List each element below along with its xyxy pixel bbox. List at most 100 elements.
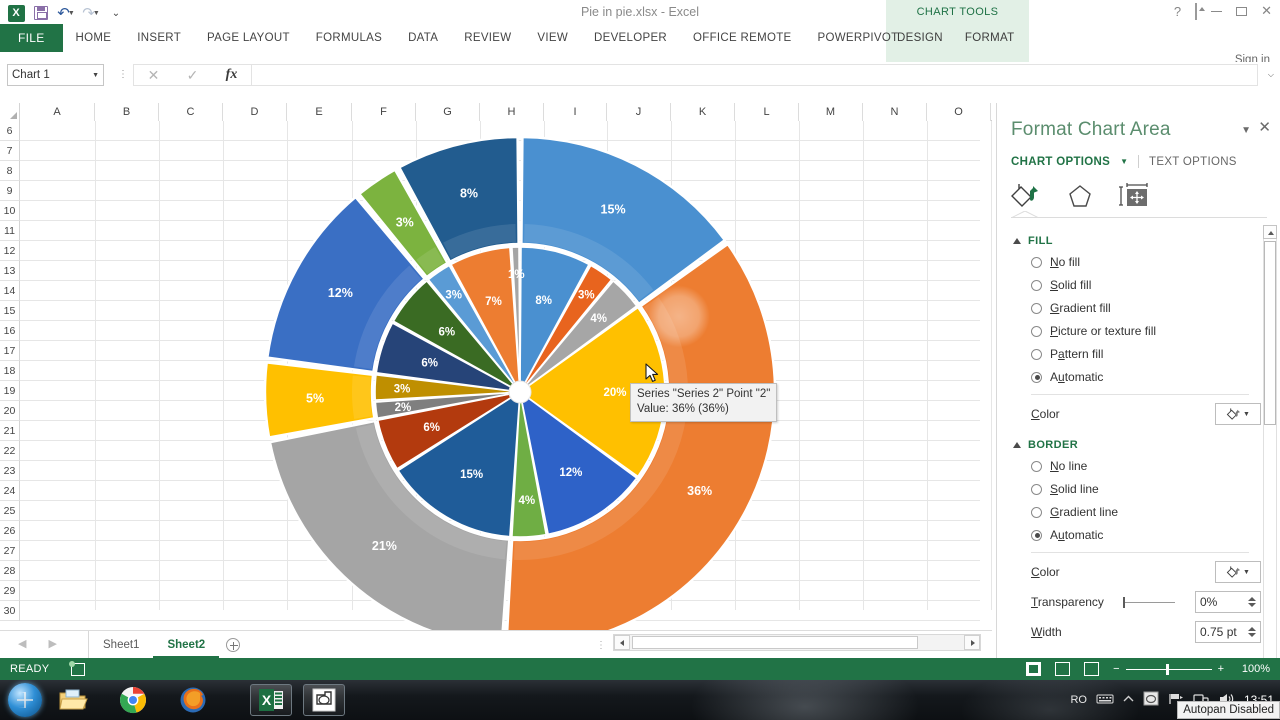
spinner-arrows[interactable] — [1248, 597, 1256, 607]
pane-scroll-up-icon[interactable] — [1263, 225, 1277, 239]
radio-button-icon[interactable] — [1031, 326, 1042, 337]
row-header-29[interactable]: 29 — [0, 581, 20, 601]
row-header-17[interactable]: 17 — [0, 341, 20, 361]
radio-picture-or-texture-fill[interactable]: Picture or texture fill — [1031, 322, 1280, 340]
horizontal-scroll-thumb[interactable] — [632, 636, 918, 649]
select-all-corner[interactable] — [0, 103, 20, 121]
row-header-30[interactable]: 30 — [0, 601, 20, 621]
row-header-13[interactable]: 13 — [0, 261, 20, 281]
row-header-22[interactable]: 22 — [0, 441, 20, 461]
row-header-9[interactable]: 9 — [0, 181, 20, 201]
row-header-15[interactable]: 15 — [0, 301, 20, 321]
name-box[interactable]: Chart 1 ▼ — [7, 64, 104, 86]
section-header-border[interactable]: BORDER — [1013, 439, 1280, 451]
tab-chart-design[interactable]: DESIGN — [886, 24, 954, 52]
row-header-6[interactable]: 6 — [0, 121, 20, 141]
chevron-down-icon[interactable]: ▼ — [1243, 569, 1250, 576]
formula-input[interactable] — [251, 64, 1258, 86]
tab-data[interactable]: DATA — [395, 24, 451, 52]
tab-text-options[interactable]: TEXT OPTIONS — [1149, 156, 1237, 168]
radio-button-icon[interactable] — [1031, 507, 1042, 518]
ribbon-display-options-icon[interactable] — [1195, 4, 1197, 19]
tray-app-icon[interactable] — [1143, 691, 1159, 709]
row-header-28[interactable]: 28 — [0, 561, 20, 581]
radio-button-icon[interactable] — [1031, 280, 1042, 291]
radio-solid-fill[interactable]: Solid fill — [1031, 276, 1280, 294]
tab-developer[interactable]: DEVELOPER — [581, 24, 680, 52]
microsoft-excel-icon[interactable]: X — [250, 684, 292, 716]
sheet-tab-sheet2[interactable]: Sheet2 — [153, 631, 219, 658]
radio-gradient-fill[interactable]: Gradient fill — [1031, 299, 1280, 317]
transparency-value-input[interactable]: 0% — [1195, 591, 1261, 613]
pane-scroll-thumb[interactable] — [1264, 241, 1276, 425]
chevron-down-icon[interactable]: ▼ — [1243, 411, 1250, 418]
radio-button-icon[interactable] — [1031, 257, 1042, 268]
fill-and-line-icon[interactable] — [1009, 181, 1043, 211]
row-header-8[interactable]: 8 — [0, 161, 20, 181]
radio-button-icon[interactable] — [1031, 372, 1042, 383]
next-sheet-icon[interactable]: ▶ — [48, 637, 56, 650]
tab-formulas[interactable]: FORMULAS — [303, 24, 395, 52]
column-header-a[interactable]: A — [20, 103, 95, 121]
radio-button-icon[interactable] — [1031, 484, 1042, 495]
transparency-slider[interactable] — [1123, 595, 1189, 609]
width-value-input[interactable]: 0.75 pt — [1195, 621, 1261, 643]
color-picker-button[interactable]: ▼ — [1215, 403, 1261, 425]
previous-sheet-icon[interactable]: ◀ — [18, 637, 26, 650]
expand-formula-bar-icon[interactable]: ⌵ — [1268, 70, 1274, 80]
zoom-track[interactable] — [1126, 669, 1212, 670]
pane-options-chevron-icon[interactable]: ▼ — [1241, 125, 1251, 136]
row-header-11[interactable]: 11 — [0, 221, 20, 241]
row-header-20[interactable]: 20 — [0, 401, 20, 421]
normal-view-icon[interactable] — [1026, 662, 1041, 676]
column-header-c[interactable]: C — [159, 103, 223, 121]
row-header-19[interactable]: 19 — [0, 381, 20, 401]
radio-no-fill[interactable]: No fill — [1031, 253, 1280, 271]
horizontal-scrollbar[interactable] — [613, 634, 981, 651]
close-button[interactable]: ✕ — [1261, 3, 1272, 19]
record-macro-icon[interactable] — [71, 663, 85, 676]
spinner-arrows[interactable] — [1248, 627, 1256, 637]
page-layout-view-icon[interactable] — [1055, 662, 1070, 676]
radio-pattern-fill[interactable]: Pattern fill — [1031, 345, 1280, 363]
color-picker-button[interactable]: ▼ — [1215, 561, 1261, 583]
radio-automatic[interactable]: Automatic — [1031, 526, 1280, 544]
row-header-26[interactable]: 26 — [0, 521, 20, 541]
google-chrome-icon[interactable] — [112, 684, 154, 716]
start-button[interactable] — [8, 683, 42, 717]
windows-explorer-icon[interactable] — [52, 684, 94, 716]
page-break-view-icon[interactable] — [1084, 662, 1099, 676]
show-hidden-icons-icon[interactable] — [1123, 694, 1134, 706]
radio-solid-line[interactable]: Solid line — [1031, 480, 1280, 498]
radio-button-icon[interactable] — [1031, 461, 1042, 472]
tab-view[interactable]: VIEW — [524, 24, 581, 52]
scroll-right-icon[interactable] — [964, 635, 980, 650]
row-header-7[interactable]: 7 — [0, 141, 20, 161]
insert-function-icon[interactable]: fx — [226, 67, 238, 83]
zoom-thumb[interactable] — [1166, 664, 1169, 675]
spinner-down-icon[interactable] — [1248, 603, 1256, 607]
row-header-18[interactable]: 18 — [0, 361, 20, 381]
tab-office-remote[interactable]: OFFICE REMOTE — [680, 24, 804, 52]
minimize-button[interactable] — [1211, 4, 1222, 19]
cancel-icon[interactable]: ✕ — [148, 67, 160, 84]
chart-object[interactable]: 15%36%21%5%12%3%8% 8%3%4%20%12%4%15%6%2%… — [22, 122, 982, 630]
collapse-triangle-icon[interactable] — [1013, 238, 1021, 244]
row-header-16[interactable]: 16 — [0, 321, 20, 341]
scroll-left-icon[interactable] — [614, 635, 630, 650]
pane-close-icon[interactable]: ✕ — [1258, 120, 1271, 135]
chevron-down-icon[interactable]: ▼ — [1120, 157, 1128, 166]
collapse-triangle-icon[interactable] — [1013, 442, 1021, 448]
row-header-23[interactable]: 23 — [0, 461, 20, 481]
keyboard-icon[interactable] — [1096, 693, 1114, 708]
row-header-21[interactable]: 21 — [0, 421, 20, 441]
section-header-fill[interactable]: FILL — [1013, 235, 1280, 247]
slider-thumb[interactable] — [1123, 597, 1125, 608]
spinner-down-icon[interactable] — [1248, 633, 1256, 637]
row-header-24[interactable]: 24 — [0, 481, 20, 501]
tab-chart-format[interactable]: FORMAT — [954, 24, 1026, 52]
restore-button[interactable] — [1236, 4, 1247, 19]
tab-chart-options[interactable]: CHART OPTIONS — [1011, 156, 1110, 168]
scroll-split-grip[interactable]: ⋮ — [596, 640, 606, 651]
tab-page-layout[interactable]: PAGE LAYOUT — [194, 24, 303, 52]
